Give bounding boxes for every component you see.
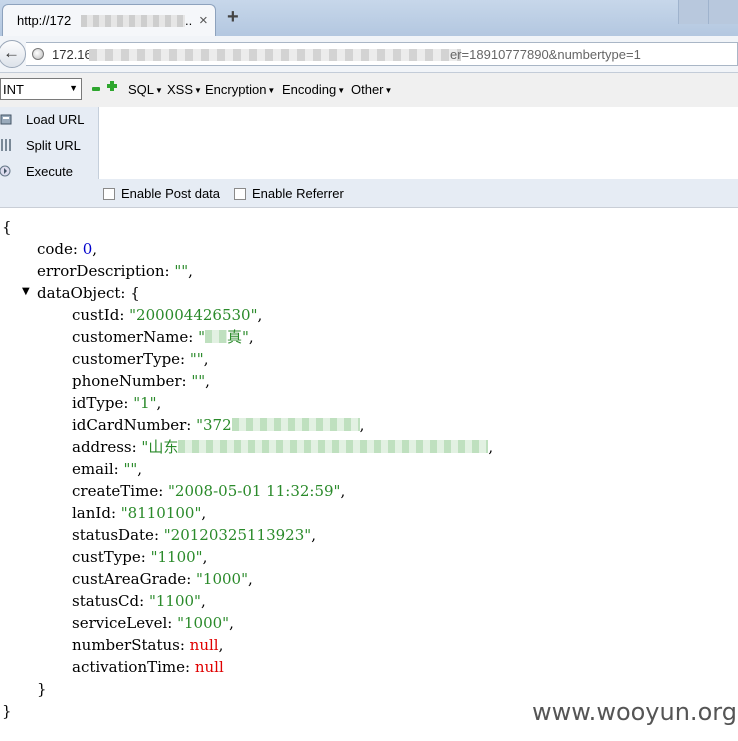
json-field-row: idType: "1", (72, 394, 162, 412)
type-select-value: INT (3, 82, 24, 97)
menu-encryption[interactable]: Encryption▼ (205, 82, 275, 97)
json-field-row: createTime: "2008-05-01 11:32:59", (72, 482, 346, 500)
menu-arrow-icon: ▼ (337, 86, 346, 95)
back-button[interactable]: ← (0, 40, 26, 68)
load-url-label: Load URL (26, 112, 85, 127)
back-arrow-icon: ← (3, 43, 20, 62)
enable-referrer-label: Enable Referrer (252, 186, 344, 201)
json-field-row: statusCd: "1100", (72, 592, 206, 610)
json-dataobject-row: dataObject: { (37, 284, 140, 302)
menu-xss[interactable]: XSS▼ (167, 82, 202, 97)
watermark: www.wooyun.org (532, 698, 737, 726)
json-field-row: activationTime: null (72, 658, 224, 676)
json-field-row: idCardNumber: "372, (72, 416, 365, 434)
json-field-row: custType: "1100", (72, 548, 208, 566)
redacted-value (205, 330, 227, 343)
url-suffix: er=18910777890&numbertype=1 (450, 47, 641, 62)
increase-icon[interactable] (107, 81, 117, 91)
menu-arrow-icon: ▼ (194, 86, 202, 95)
hackbar-panel: Load URL Split URL Execute Enable Post d… (0, 107, 738, 207)
collapse-toggle-icon[interactable]: ▼ (22, 286, 30, 297)
url-bar[interactable]: 172.16 er=18910777890&numbertype=1 (26, 42, 738, 66)
menu-sql[interactable]: SQL▼ (128, 82, 163, 97)
url-redacted (89, 49, 461, 61)
enable-post-checkbox[interactable] (103, 188, 115, 200)
json-field-row: serviceLevel: "1000", (72, 614, 234, 632)
hackbar-toolbar: INT ▼ SQL▼ XSS▼ Encryption▼ Encoding▼ Ot… (0, 73, 738, 108)
menu-arrow-icon: ▼ (267, 86, 276, 95)
globe-icon (32, 48, 44, 60)
json-field-row: email: "", (72, 460, 143, 478)
tab-ellipsis: .. (185, 13, 193, 28)
menu-arrow-icon: ▼ (155, 86, 163, 95)
tab-title-redacted (81, 15, 185, 27)
url-prefix: 172.16 (52, 47, 92, 62)
enable-referrer-checkbox[interactable] (234, 188, 246, 200)
navigation-bar: ← 172.16 er=18910777890&numbertype=1 (0, 36, 738, 73)
load-url-icon (0, 114, 12, 125)
redacted-value (231, 418, 360, 431)
close-tab-icon[interactable]: × (199, 12, 208, 29)
json-field-row: custId: "200004426530", (72, 306, 263, 324)
json-field-row: customerType: "", (72, 350, 209, 368)
json-open-brace: { (2, 218, 12, 236)
tab-title: http://172 (17, 13, 72, 28)
json-field-row: statusDate: "20120325113923", (72, 526, 316, 544)
decrease-icon[interactable] (92, 87, 100, 91)
execute-icon (0, 165, 11, 177)
load-url-button[interactable]: Load URL (0, 109, 96, 133)
split-url-button[interactable]: Split URL (0, 135, 96, 159)
split-url-label: Split URL (26, 138, 81, 153)
new-tab-icon[interactable]: + (227, 6, 239, 29)
redacted-value (178, 440, 489, 453)
json-field-row: custAreaGrade: "1000", (72, 570, 253, 588)
json-field-row: address: "山东, (72, 438, 494, 456)
json-errordescription-row: errorDescription: "", (37, 262, 193, 280)
json-inner-close-brace: } (37, 680, 47, 698)
maximize-button[interactable] (708, 0, 738, 24)
menu-encoding[interactable]: Encoding▼ (282, 82, 345, 97)
divider (0, 207, 738, 208)
json-code-row: code: 0, (37, 240, 98, 258)
split-url-icon (1, 139, 11, 151)
url-textarea[interactable] (98, 107, 738, 179)
json-field-row: phoneNumber: "", (72, 372, 210, 390)
browser-tab[interactable]: http://172 .. × (2, 4, 216, 36)
tab-strip: http://172 .. × + (0, 0, 738, 36)
menu-arrow-icon: ▼ (384, 86, 393, 95)
execute-button[interactable]: Execute (0, 161, 96, 185)
json-field-row: numberStatus: null, (72, 636, 224, 654)
type-select[interactable]: INT ▼ (0, 78, 82, 100)
json-close-brace: } (2, 702, 12, 720)
enable-post-label: Enable Post data (121, 186, 221, 201)
minimize-button[interactable] (678, 0, 709, 24)
json-field-row: lanId: "8110100", (72, 504, 207, 522)
execute-label: Execute (26, 164, 73, 179)
dropdown-arrow-icon: ▼ (69, 83, 78, 93)
json-field-row: customerName: " 真", (72, 328, 254, 346)
menu-other[interactable]: Other▼ (351, 82, 392, 97)
